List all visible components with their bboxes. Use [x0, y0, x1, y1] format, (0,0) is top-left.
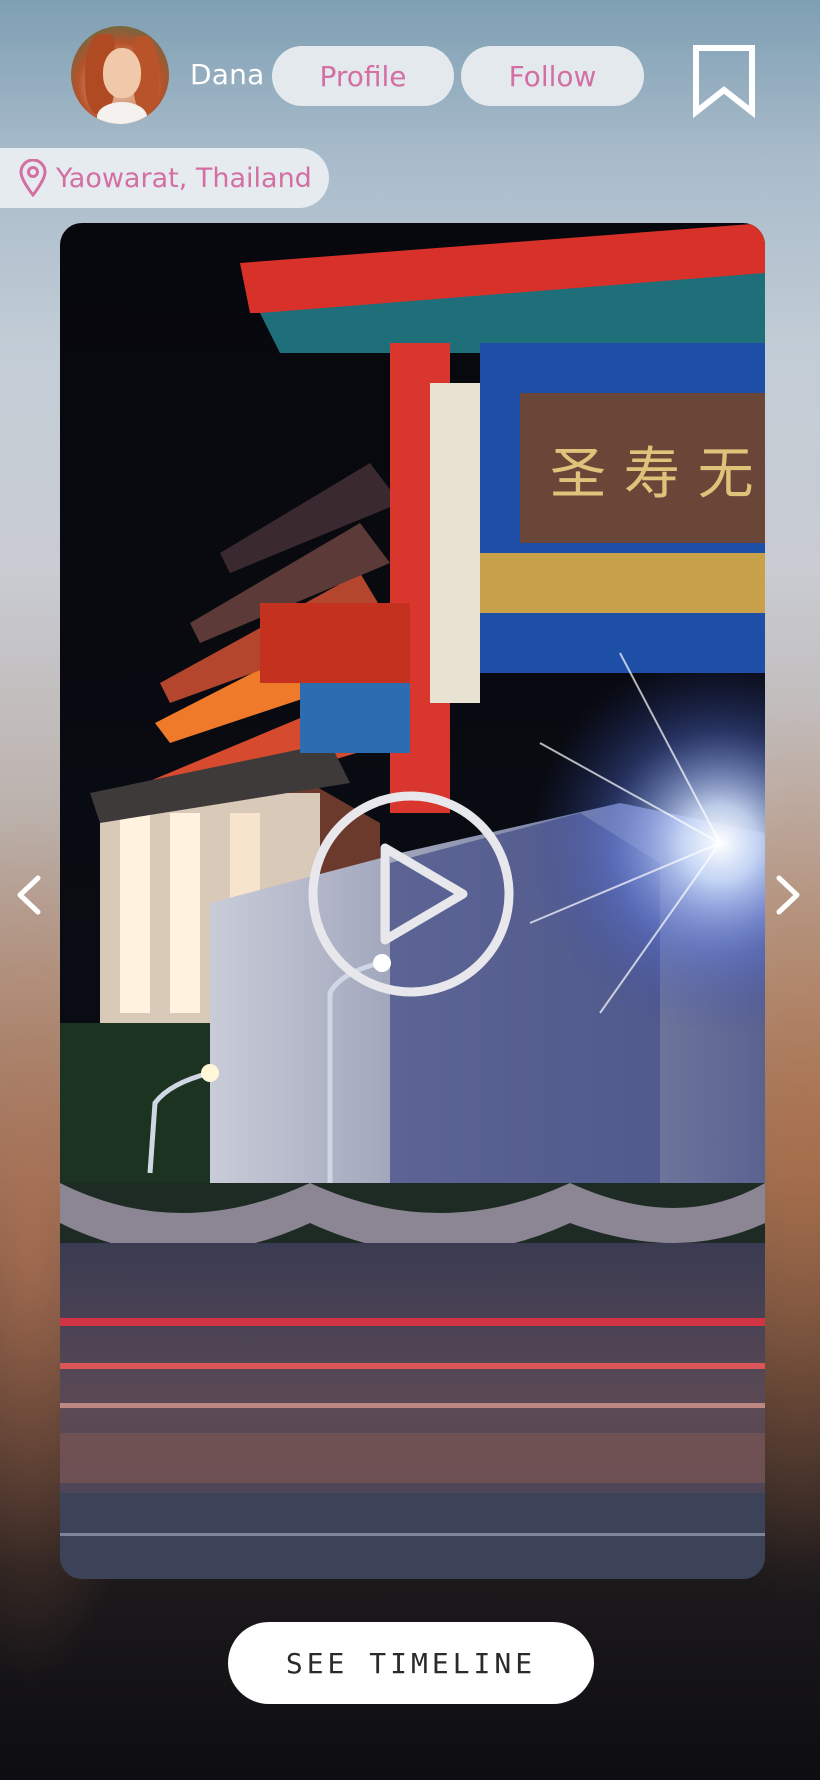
play-icon[interactable]	[305, 788, 517, 1000]
see-timeline-button[interactable]: SEE TIMELINE	[228, 1622, 594, 1704]
bookmark-icon[interactable]	[692, 44, 756, 118]
location-pin-icon	[19, 159, 47, 197]
chevron-left-icon[interactable]	[10, 872, 50, 918]
story-screen: Dana Profile Follow Yaowarat, Thailand 圣…	[0, 0, 820, 1780]
location-tag[interactable]: Yaowarat, Thailand	[0, 148, 329, 208]
avatar[interactable]	[71, 26, 169, 124]
location-label: Yaowarat, Thailand	[56, 162, 312, 194]
chevron-right-icon[interactable]	[767, 872, 807, 918]
follow-button[interactable]: Follow	[461, 46, 644, 106]
svg-text:圣 寿 无: 圣 寿 无	[550, 442, 754, 507]
profile-button[interactable]: Profile	[272, 46, 454, 106]
username[interactable]: Dana	[190, 58, 264, 91]
